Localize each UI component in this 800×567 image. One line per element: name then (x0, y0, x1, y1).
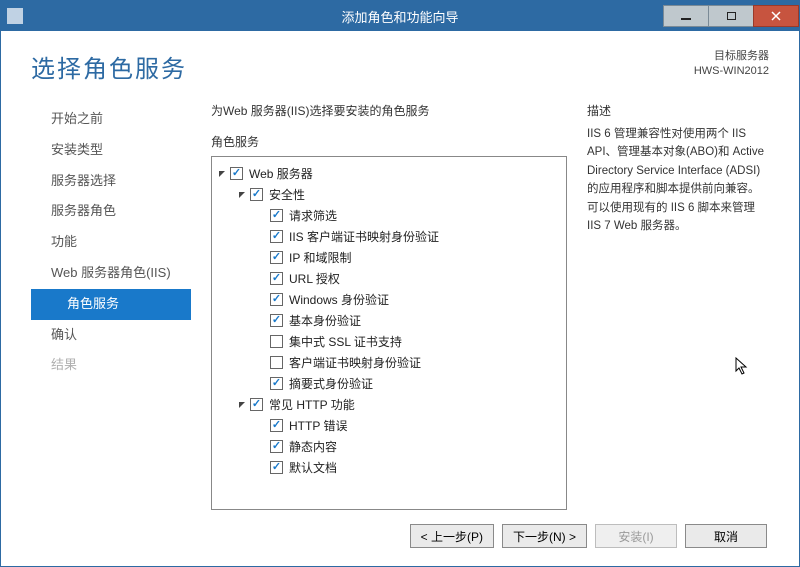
tree-item-label: 集中式 SSL 证书支持 (287, 333, 402, 350)
checkbox[interactable] (270, 251, 283, 264)
tree-row[interactable]: Web 服务器 (216, 163, 562, 184)
tree-row[interactable]: 基本身份验证 (216, 310, 562, 331)
tree-row[interactable]: Windows 身份验证 (216, 289, 562, 310)
tree-item-label: 默认文档 (287, 459, 337, 476)
tree-item-label: 安全性 (267, 186, 305, 203)
section-label: 角色服务 (211, 133, 567, 150)
description-text: IIS 6 管理兼容性对使用两个 IIS API、管理基本对象(ABO)和 Ac… (587, 125, 769, 235)
checkbox[interactable] (270, 335, 283, 348)
checkbox[interactable] (270, 356, 283, 369)
checkbox[interactable] (250, 398, 263, 411)
previous-button[interactable]: < 上一步(P) (410, 524, 494, 548)
content-area: 选择角色服务 目标服务器 HWS-WIN2012 开始之前安装类型服务器选择服务… (1, 31, 799, 566)
tree-item-label: URL 授权 (287, 270, 340, 287)
target-value: HWS-WIN2012 (694, 64, 769, 79)
maximize-icon (727, 12, 736, 20)
close-button[interactable] (753, 5, 799, 27)
tree-row[interactable]: IP 和域限制 (216, 247, 562, 268)
tree-row[interactable]: 请求筛选 (216, 205, 562, 226)
checkbox[interactable] (270, 419, 283, 432)
tree-item-label: IP 和域限制 (287, 249, 351, 266)
install-button[interactable]: 安装(I) (595, 524, 677, 548)
target-label: 目标服务器 (694, 49, 769, 64)
tree-row[interactable]: 默认文档 (216, 457, 562, 478)
checkbox[interactable] (250, 188, 263, 201)
tree-row[interactable]: 摘要式身份验证 (216, 373, 562, 394)
tree-item-label: 客户端证书映射身份验证 (287, 354, 421, 371)
tree-item-label: 静态内容 (287, 438, 337, 455)
tree-row[interactable]: 静态内容 (216, 436, 562, 457)
nav-item-6[interactable]: 角色服务 (31, 289, 191, 320)
close-icon (771, 11, 781, 21)
nav-item-7[interactable]: 确认 (31, 320, 191, 351)
cancel-button[interactable]: 取消 (685, 524, 767, 548)
tree-item-label: 常见 HTTP 功能 (267, 396, 355, 413)
tree-row[interactable]: IIS 客户端证书映射身份验证 (216, 226, 562, 247)
tree-row[interactable]: HTTP 错误 (216, 415, 562, 436)
wizard-window: 添加角色和功能向导 选择角色服务 目标服务器 HWS-WIN2012 开始之前安… (0, 0, 800, 567)
nav-item-3[interactable]: 服务器角色 (31, 196, 191, 227)
checkbox[interactable] (270, 272, 283, 285)
button-row: < 上一步(P) 下一步(N) > 安装(I) 取消 (31, 510, 769, 548)
checkbox[interactable] (230, 167, 243, 180)
page-title: 选择角色服务 (31, 49, 187, 84)
checkbox[interactable] (270, 314, 283, 327)
tree-item-label: 摘要式身份验证 (287, 375, 373, 392)
maximize-button[interactable] (708, 5, 754, 27)
tree-item-label: IIS 客户端证书映射身份验证 (287, 228, 439, 245)
nav-item-1[interactable]: 安装类型 (31, 135, 191, 166)
main-row: 开始之前安装类型服务器选择服务器角色功能Web 服务器角色(IIS)角色服务确认… (31, 102, 769, 510)
checkbox[interactable] (270, 230, 283, 243)
header-row: 选择角色服务 目标服务器 HWS-WIN2012 (31, 31, 769, 84)
tree-item-label: 请求筛选 (287, 207, 337, 224)
minimize-icon (681, 18, 691, 20)
window-title: 添加角色和功能向导 (341, 7, 458, 26)
wizard-nav: 开始之前安装类型服务器选择服务器角色功能Web 服务器角色(IIS)角色服务确认… (31, 102, 191, 510)
nav-item-5[interactable]: Web 服务器角色(IIS) (31, 258, 191, 289)
instruction-text: 为Web 服务器(IIS)选择要安装的角色服务 (211, 102, 567, 119)
nav-item-0[interactable]: 开始之前 (31, 104, 191, 135)
tree-row[interactable]: 安全性 (216, 184, 562, 205)
checkbox[interactable] (270, 293, 283, 306)
description-panel: 描述 IIS 6 管理兼容性对使用两个 IIS API、管理基本对象(ABO)和… (579, 102, 769, 510)
tree-item-label: Web 服务器 (247, 165, 313, 182)
tree-row[interactable]: 客户端证书映射身份验证 (216, 352, 562, 373)
collapse-arrow-icon[interactable] (216, 168, 228, 180)
tree-row[interactable]: 常见 HTTP 功能 (216, 394, 562, 415)
checkbox[interactable] (270, 377, 283, 390)
center-panel: 为Web 服务器(IIS)选择要安装的角色服务 角色服务 Web 服务器安全性请… (191, 102, 579, 510)
target-server-box: 目标服务器 HWS-WIN2012 (694, 49, 769, 80)
tree-item-label: Windows 身份验证 (287, 291, 389, 308)
titlebar: 添加角色和功能向导 (1, 1, 799, 31)
tree-row[interactable]: URL 授权 (216, 268, 562, 289)
nav-item-2[interactable]: 服务器选择 (31, 166, 191, 197)
tree-item-label: HTTP 错误 (287, 417, 347, 434)
collapse-arrow-icon[interactable] (236, 189, 248, 201)
checkbox[interactable] (270, 440, 283, 453)
minimize-button[interactable] (663, 5, 709, 27)
checkbox[interactable] (270, 461, 283, 474)
collapse-arrow-icon[interactable] (236, 399, 248, 411)
nav-item-8: 结果 (31, 350, 191, 381)
tree-item-label: 基本身份验证 (287, 312, 361, 329)
tree-row[interactable]: 集中式 SSL 证书支持 (216, 331, 562, 352)
nav-item-4[interactable]: 功能 (31, 227, 191, 258)
checkbox[interactable] (270, 209, 283, 222)
description-title: 描述 (587, 102, 769, 119)
next-button[interactable]: 下一步(N) > (502, 524, 587, 548)
role-services-tree[interactable]: Web 服务器安全性请求筛选 IIS 客户端证书映射身份验证 IP 和域限制 URL … (211, 156, 567, 510)
app-icon (7, 8, 23, 24)
window-controls (664, 5, 799, 27)
